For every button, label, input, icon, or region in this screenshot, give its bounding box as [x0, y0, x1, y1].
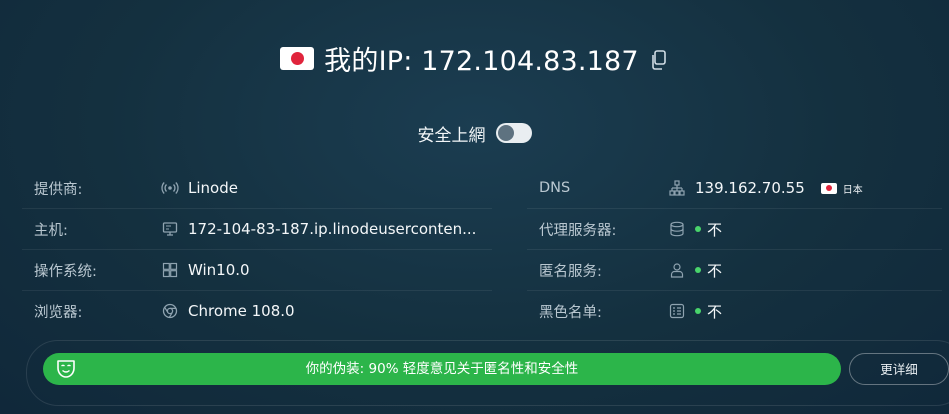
info-column-right: DNS 139.162.70.55 日本 代理服务器: 不 匿名服务: 不 黑色… — [527, 168, 942, 331]
row-host: 主机: 172-104-83-187.ip.linodeuserconten..… — [22, 209, 492, 250]
anonymizer-status: 不 — [707, 261, 723, 280]
japan-flag-icon — [820, 182, 837, 194]
dns-value: 139.162.70.55 日本 — [695, 179, 863, 197]
copy-icon[interactable] — [651, 50, 669, 72]
browser-label: 浏览器: — [34, 304, 83, 321]
proxy-status: 不 — [707, 220, 723, 239]
monitor-icon — [162, 221, 178, 237]
antenna-icon — [161, 180, 179, 196]
anonymizer-value: 不 — [695, 260, 722, 281]
status-dot — [695, 308, 701, 314]
secure-browsing-label: 安全上網 — [417, 125, 486, 146]
os-value: Win10.0 — [188, 261, 250, 279]
chrome-icon — [162, 303, 178, 319]
secure-browsing-row: 安全上網 — [0, 120, 949, 146]
row-proxy: 代理服务器: 不 — [527, 209, 942, 250]
row-dns: DNS 139.162.70.55 日本 — [527, 168, 942, 209]
proxy-label: 代理服务器: — [539, 222, 617, 239]
browser-value: Chrome 108.0 — [188, 302, 295, 320]
row-provider: 提供商: Linode — [22, 168, 492, 209]
blacklist-status: 不 — [707, 302, 723, 321]
blacklist-value: 不 — [695, 301, 722, 322]
user-icon — [669, 262, 685, 278]
status-dot — [695, 267, 701, 273]
secure-browsing-toggle[interactable] — [495, 123, 532, 143]
ip-prefix: 我的IP: — [324, 45, 422, 77]
toggle-knob — [497, 125, 514, 141]
proxy-value: 不 — [695, 219, 722, 240]
dns-country: 日本 — [842, 184, 863, 196]
more-details-button[interactable]: 更详细 — [849, 353, 949, 385]
provider-label: 提供商: — [34, 181, 83, 198]
japan-flag-icon — [280, 46, 315, 70]
host-label: 主机: — [34, 222, 68, 239]
anonymizer-label: 匿名服务: — [539, 263, 602, 280]
disguise-panel: 你的伪装: 90% 轻度意见关于匿名性和安全性 更详细 — [26, 340, 949, 406]
list-icon — [669, 303, 685, 319]
database-icon — [669, 221, 685, 237]
ip-header: 我的IP: 172.104.83.187 — [0, 36, 949, 80]
dns-label: DNS — [539, 180, 571, 196]
row-blacklist: 黑色名单: 不 — [527, 291, 942, 331]
row-os: 操作系统: Win10.0 — [22, 250, 492, 291]
os-label: 操作系统: — [34, 263, 97, 280]
disguise-progress-bar: 你的伪装: 90% 轻度意见关于匿名性和安全性 — [43, 353, 841, 385]
network-icon — [669, 180, 685, 196]
dns-ip: 139.162.70.55 — [695, 179, 805, 197]
ip-address[interactable]: 172.104.83.187 — [421, 46, 639, 77]
status-dot — [695, 226, 701, 232]
provider-value: Linode — [188, 179, 238, 197]
row-browser: 浏览器: Chrome 108.0 — [22, 291, 492, 331]
windows-icon — [162, 262, 178, 278]
disguise-text: 你的伪装: 90% 轻度意见关于匿名性和安全性 — [305, 361, 579, 377]
info-column-left: 提供商: Linode 主机: 172-104-83-187.ip.linode… — [22, 168, 492, 331]
blacklist-label: 黑色名单: — [539, 304, 602, 321]
host-value: 172-104-83-187.ip.linodeuserconten... — [188, 220, 477, 238]
row-anonymizer: 匿名服务: 不 — [527, 250, 942, 291]
ip-title: 我的IP: 172.104.83.187 — [324, 39, 639, 78]
